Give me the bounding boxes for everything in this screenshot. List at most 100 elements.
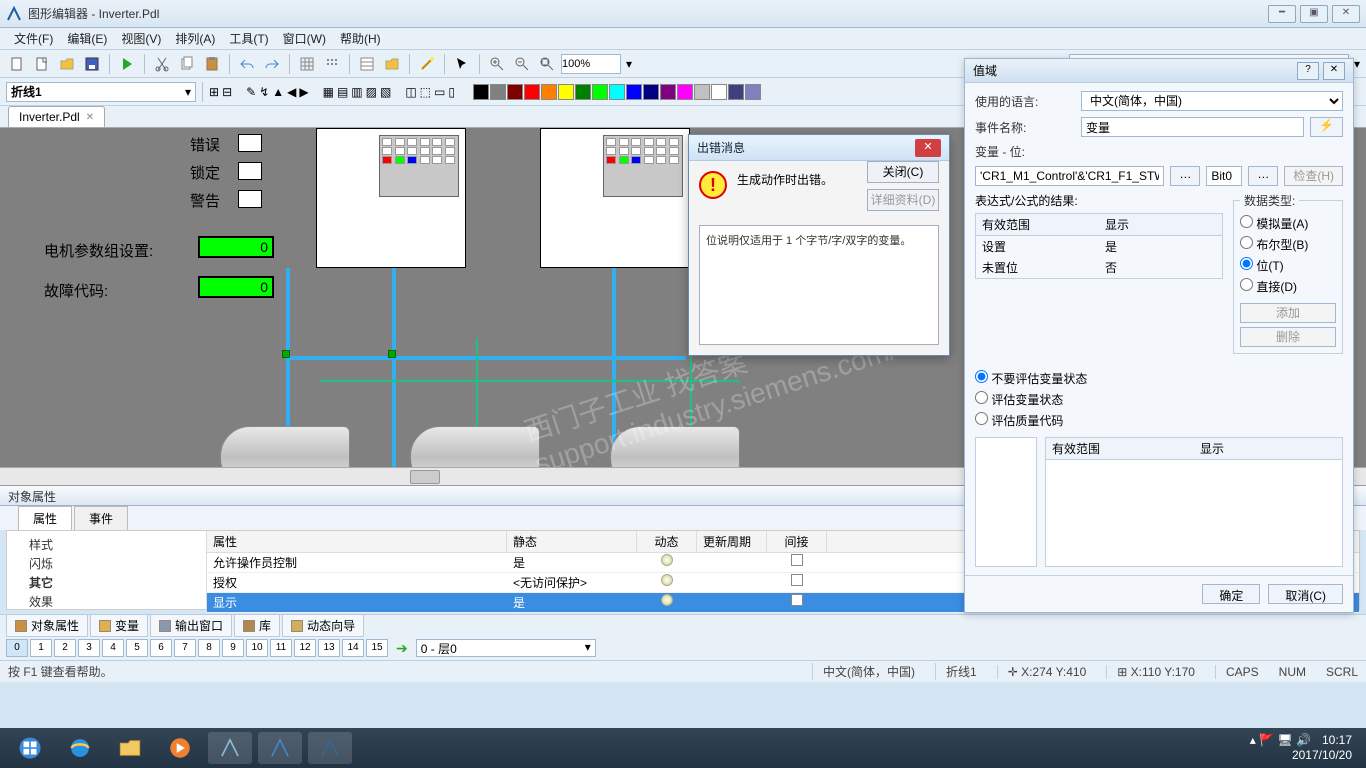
layer-button-2[interactable]: 2 (54, 639, 76, 657)
align2-icon[interactable]: ⊟ (222, 85, 232, 99)
dt-bit[interactable]: 位(T) (1240, 257, 1336, 274)
layer-next-icon[interactable]: ➔ (390, 640, 414, 657)
delete-button[interactable]: 删除 (1240, 327, 1336, 347)
eval-none[interactable]: 不要评估变量状态 (975, 370, 1343, 387)
dt-bool[interactable]: 布尔型(B) (1240, 236, 1336, 253)
dlg-detail-button[interactable]: 详细资料(D) (867, 189, 939, 211)
tab-properties[interactable]: 属性 (18, 506, 72, 530)
mediaplayer-icon[interactable] (158, 732, 202, 764)
sz4-icon[interactable]: ▯ (448, 85, 455, 99)
btab-wizard[interactable]: 动态向导 (282, 614, 364, 637)
error-detail-text[interactable]: 位说明仅适用于 1 个字节/字/双字的变量。 (699, 225, 939, 345)
dt-analog[interactable]: 模拟量(A) (1240, 215, 1336, 232)
checkbox[interactable] (791, 554, 803, 566)
snap-icon[interactable] (321, 53, 343, 75)
layer-button-12[interactable]: 12 (294, 639, 316, 657)
obj3-icon[interactable]: ▲ (272, 85, 284, 99)
panel-close-button[interactable]: ✕ (1323, 62, 1345, 80)
layer-button-6[interactable]: 6 (150, 639, 172, 657)
color-swatch[interactable] (745, 84, 761, 100)
layer-button-10[interactable]: 10 (246, 639, 268, 657)
menu-edit[interactable]: 编辑(E) (61, 28, 113, 49)
layer-button-9[interactable]: 9 (222, 639, 244, 657)
menu-tools[interactable]: 工具(T) (223, 28, 274, 49)
maximize-button[interactable]: ▣ (1300, 5, 1328, 23)
menu-window[interactable]: 窗口(W) (277, 28, 332, 49)
add-button[interactable]: 添加 (1240, 303, 1336, 323)
save-icon[interactable] (81, 53, 103, 75)
prop-tree[interactable]: 样式 闪烁 其它 效果 (7, 531, 207, 609)
handle[interactable] (388, 350, 396, 358)
result-table[interactable]: 有效范围显示 设置是 未置位否 (975, 213, 1223, 279)
color-swatch[interactable] (677, 84, 693, 100)
menu-file[interactable]: 文件(F) (8, 28, 59, 49)
layer-button-11[interactable]: 11 (270, 639, 292, 657)
layer-button-14[interactable]: 14 (342, 639, 364, 657)
zoomout-icon[interactable] (511, 53, 533, 75)
minimize-button[interactable]: ━ (1268, 5, 1296, 23)
color-swatch[interactable] (626, 84, 642, 100)
tree-other[interactable]: 其它 (15, 573, 198, 592)
obj2-icon[interactable]: ↯ (259, 85, 269, 99)
layer-button-7[interactable]: 7 (174, 639, 196, 657)
color-swatch[interactable] (558, 84, 574, 100)
align-icon[interactable]: ⊞ (209, 85, 219, 99)
tree-style[interactable]: 样式 (15, 535, 198, 554)
btab-vars[interactable]: 变量 (90, 614, 148, 637)
polyline-seg2[interactable] (286, 356, 686, 360)
checkbox[interactable] (791, 574, 803, 586)
grid-icon[interactable] (296, 53, 318, 75)
checkbox[interactable] (791, 594, 803, 606)
sz3-icon[interactable]: ▭ (434, 85, 445, 99)
obj4-icon[interactable]: ◀ (287, 85, 296, 99)
check-button[interactable]: 检查(H) (1284, 166, 1343, 186)
color-swatch[interactable] (524, 84, 540, 100)
menu-arrange[interactable]: 排列(A) (169, 28, 221, 49)
tree-effect[interactable]: 效果 (15, 592, 198, 611)
btab-lib[interactable]: 库 (234, 614, 280, 637)
wizard-icon[interactable] (416, 53, 438, 75)
lang-select[interactable]: 中文(简体，中国) (1081, 91, 1343, 111)
close-button[interactable]: ✕ (1332, 5, 1360, 23)
zoomin-icon[interactable] (486, 53, 508, 75)
new2-icon[interactable] (31, 53, 53, 75)
undo-icon[interactable] (236, 53, 258, 75)
folder-icon[interactable] (381, 53, 403, 75)
color-swatch[interactable] (507, 84, 523, 100)
event-name-input[interactable] (1081, 117, 1304, 137)
event-browse-button[interactable]: ⚡ (1310, 117, 1343, 137)
pointer-icon[interactable] (451, 53, 473, 75)
layer-button-8[interactable]: 8 (198, 639, 220, 657)
arr2-icon[interactable]: ▤ (337, 85, 348, 99)
color-swatch[interactable] (575, 84, 591, 100)
layer-button-1[interactable]: 1 (30, 639, 52, 657)
start-button[interactable] (8, 732, 52, 764)
arr1-icon[interactable]: ▦ (323, 85, 334, 99)
tab-close-icon[interactable]: ✕ (86, 112, 94, 123)
ok-button[interactable]: 确定 (1202, 584, 1260, 604)
bulb-icon[interactable] (661, 594, 673, 606)
color-swatch[interactable] (592, 84, 608, 100)
arr4-icon[interactable]: ▨ (366, 85, 377, 99)
layer-button-0[interactable]: 0 (6, 639, 28, 657)
dialog-close-icon[interactable]: ✕ (915, 139, 941, 157)
obj5-icon[interactable]: ▶ (299, 85, 308, 99)
menu-help[interactable]: 帮助(H) (334, 28, 387, 49)
task-app2[interactable] (258, 732, 302, 764)
system-tray[interactable]: ▴ 🚩 🖥 🔊 10:172017/10/20 (1250, 733, 1358, 763)
zoomfit-icon[interactable] (536, 53, 558, 75)
btab-objprop[interactable]: 对象属性 (6, 614, 88, 637)
cut-icon[interactable] (151, 53, 173, 75)
menu-view[interactable]: 视图(V) (115, 28, 167, 49)
eval-var[interactable]: 评估变量状态 (975, 391, 1343, 408)
btab-output[interactable]: 输出窗口 (150, 614, 232, 637)
ie-icon[interactable] (58, 732, 102, 764)
layer-button-13[interactable]: 13 (318, 639, 340, 657)
layer-button-15[interactable]: 15 (366, 639, 388, 657)
color-swatch[interactable] (490, 84, 506, 100)
arr5-icon[interactable]: ▧ (380, 85, 391, 99)
bulb-icon[interactable] (661, 554, 673, 566)
paste-icon[interactable] (201, 53, 223, 75)
color-swatch[interactable] (660, 84, 676, 100)
run-icon[interactable] (116, 53, 138, 75)
